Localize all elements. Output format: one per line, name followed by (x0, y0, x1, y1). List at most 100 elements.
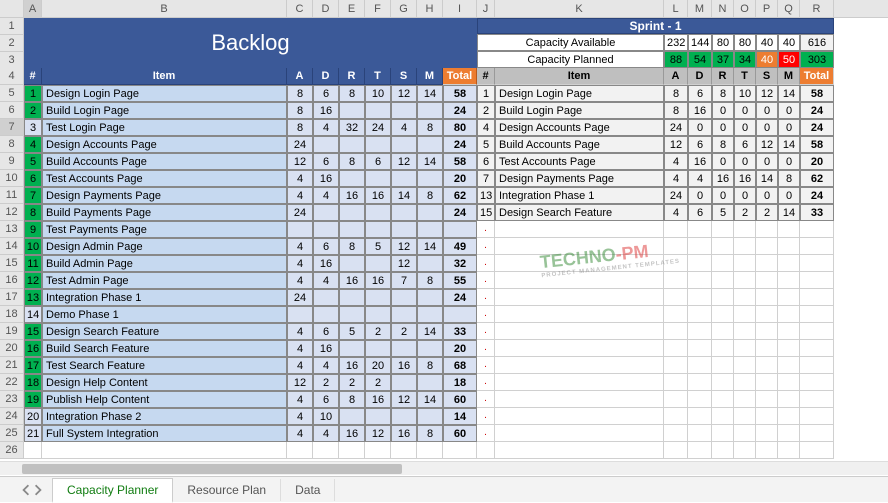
row-header-25[interactable]: 25 (0, 425, 24, 442)
backlog-S-11[interactable]: 12 (391, 255, 417, 272)
cell-26-H[interactable] (417, 442, 443, 459)
backlog-num-16[interactable]: 16 (24, 340, 42, 357)
backlog-total-18[interactable]: 18 (443, 374, 477, 391)
sprint-empty-P-15[interactable] (756, 255, 778, 272)
sprint-M-7[interactable]: 8 (778, 170, 800, 187)
backlog-total-10[interactable]: 49 (443, 238, 477, 255)
row-header-12[interactable]: 12 (0, 204, 24, 221)
sprint-empty-item-14[interactable] (495, 238, 664, 255)
backlog-total-16[interactable]: 20 (443, 340, 477, 357)
row-header-17[interactable]: 17 (0, 289, 24, 306)
sprint-S-1[interactable]: 12 (756, 85, 778, 102)
backlog-R-4[interactable] (339, 136, 365, 153)
sprint-D-4[interactable]: 0 (688, 119, 712, 136)
sprint-T-6[interactable]: 0 (734, 153, 756, 170)
sprint-empty-item-18[interactable] (495, 306, 664, 323)
backlog-S-8[interactable] (391, 204, 417, 221)
sprint-A-7[interactable]: 4 (664, 170, 688, 187)
backlog-num-17[interactable]: 17 (24, 357, 42, 374)
backlog-T-15[interactable]: 2 (365, 323, 391, 340)
cell-26-R[interactable] (800, 442, 834, 459)
sprint-empty-item-25[interactable] (495, 425, 664, 442)
backlog-item-18[interactable]: Design Help Content (42, 374, 287, 391)
sprint-S-4[interactable]: 0 (756, 119, 778, 136)
backlog-T-14[interactable] (365, 306, 391, 323)
backlog-num-2[interactable]: 2 (24, 102, 42, 119)
backlog-M-20[interactable] (417, 408, 443, 425)
backlog-D-15[interactable]: 6 (313, 323, 339, 340)
sprint-empty-L-15[interactable] (664, 255, 688, 272)
sprint-empty-R-21[interactable] (800, 357, 834, 374)
backlog-S-7[interactable]: 14 (391, 187, 417, 204)
sprint-empty-L-24[interactable] (664, 408, 688, 425)
backlog-R-3[interactable]: 32 (339, 119, 365, 136)
sprint-A-2[interactable]: 8 (664, 102, 688, 119)
sprint-D-13[interactable]: 0 (688, 187, 712, 204)
backlog-item-7[interactable]: Design Payments Page (42, 187, 287, 204)
sprint-empty-P-13[interactable] (756, 221, 778, 238)
cell-26-P[interactable] (756, 442, 778, 459)
sprint-T-7[interactable]: 16 (734, 170, 756, 187)
backlog-D-1[interactable]: 6 (313, 85, 339, 102)
backlog-num-18[interactable]: 18 (24, 374, 42, 391)
sprint-empty-item-21[interactable] (495, 357, 664, 374)
row-header-2[interactable]: 2 (0, 35, 24, 52)
backlog-item-1[interactable]: Design Login Page (42, 85, 287, 102)
backlog-M-6[interactable] (417, 170, 443, 187)
row-header-9[interactable]: 9 (0, 153, 24, 170)
row-header-18[interactable]: 18 (0, 306, 24, 323)
backlog-R-13[interactable] (339, 289, 365, 306)
col-header-G[interactable]: G (391, 0, 417, 17)
sprint-empty-item-24[interactable] (495, 408, 664, 425)
backlog-M-2[interactable] (417, 102, 443, 119)
sprint-empty-Q-20[interactable] (778, 340, 800, 357)
col-header-B[interactable]: B (42, 0, 287, 17)
sprint-empty-num-22[interactable]: . (477, 374, 495, 391)
backlog-num-12[interactable]: 12 (24, 272, 42, 289)
backlog-total-2[interactable]: 24 (443, 102, 477, 119)
backlog-D-7[interactable]: 4 (313, 187, 339, 204)
backlog-num-9[interactable]: 9 (24, 221, 42, 238)
tab-resource-plan[interactable]: Resource Plan (173, 479, 281, 501)
backlog-S-4[interactable] (391, 136, 417, 153)
sprint-empty-O-16[interactable] (734, 272, 756, 289)
sprint-T-4[interactable]: 0 (734, 119, 756, 136)
backlog-total-13[interactable]: 24 (443, 289, 477, 306)
sprint-empty-L-14[interactable] (664, 238, 688, 255)
cell-26-I[interactable] (443, 442, 477, 459)
cell-26-L[interactable] (664, 442, 688, 459)
col-header-D[interactable]: D (313, 0, 339, 17)
col-header-M[interactable]: M (688, 0, 712, 17)
sprint-empty-P-23[interactable] (756, 391, 778, 408)
sprint-empty-item-16[interactable] (495, 272, 664, 289)
sprint-empty-O-14[interactable] (734, 238, 756, 255)
sprint-empty-P-25[interactable] (756, 425, 778, 442)
sprint-empty-N-24[interactable] (712, 408, 734, 425)
sprint-empty-O-23[interactable] (734, 391, 756, 408)
sprint-empty-M-21[interactable] (688, 357, 712, 374)
sprint-empty-Q-15[interactable] (778, 255, 800, 272)
row-header-14[interactable]: 14 (0, 238, 24, 255)
sprint-empty-O-15[interactable] (734, 255, 756, 272)
cell-26-N[interactable] (712, 442, 734, 459)
backlog-S-17[interactable]: 16 (391, 357, 417, 374)
backlog-S-20[interactable] (391, 408, 417, 425)
backlog-M-12[interactable]: 8 (417, 272, 443, 289)
backlog-T-8[interactable] (365, 204, 391, 221)
backlog-T-4[interactable] (365, 136, 391, 153)
cell-26-D[interactable] (313, 442, 339, 459)
sprint-empty-P-22[interactable] (756, 374, 778, 391)
sprint-total-7[interactable]: 62 (800, 170, 834, 187)
row-header-1[interactable]: 1 (0, 18, 24, 35)
backlog-R-19[interactable]: 8 (339, 391, 365, 408)
cell-26-O[interactable] (734, 442, 756, 459)
backlog-A-2[interactable]: 8 (287, 102, 313, 119)
sprint-empty-Q-19[interactable] (778, 323, 800, 340)
sprint-empty-item-22[interactable] (495, 374, 664, 391)
sprint-empty-M-24[interactable] (688, 408, 712, 425)
sprint-empty-num-19[interactable]: . (477, 323, 495, 340)
sprint-empty-L-17[interactable] (664, 289, 688, 306)
sprint-empty-O-20[interactable] (734, 340, 756, 357)
sprint-num-6[interactable]: 6 (477, 153, 495, 170)
backlog-R-6[interactable] (339, 170, 365, 187)
